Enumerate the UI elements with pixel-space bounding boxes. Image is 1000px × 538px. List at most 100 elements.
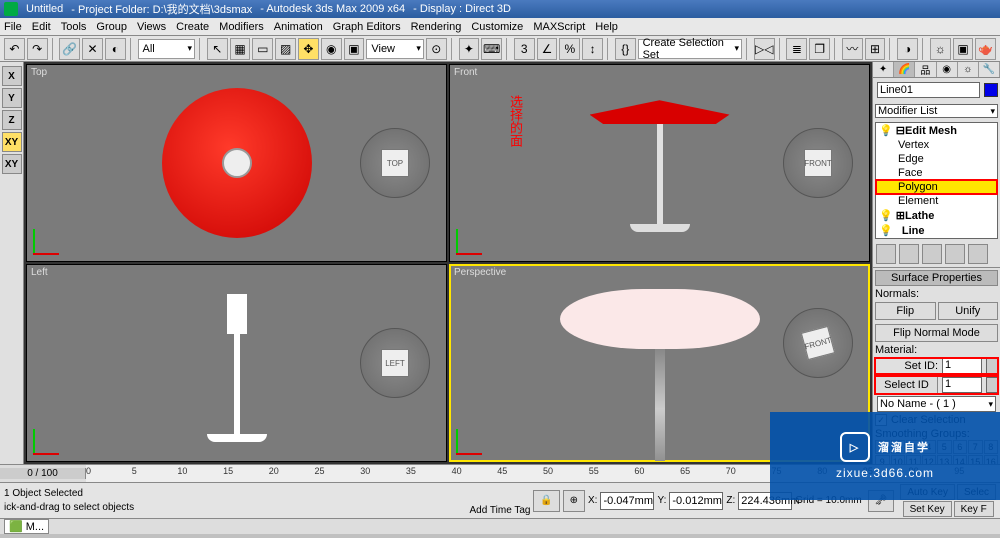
viewcube-top[interactable]: TOP — [360, 128, 430, 198]
angle-snap-button[interactable]: ∠ — [537, 38, 558, 60]
window-crossing-button[interactable]: ▨ — [275, 38, 296, 60]
menu-create[interactable]: Create — [176, 21, 209, 33]
menu-file[interactable]: File — [4, 21, 22, 33]
menu-views[interactable]: Views — [137, 21, 166, 33]
select-button[interactable]: ↖ — [207, 38, 228, 60]
make-unique-button[interactable] — [922, 244, 942, 264]
menu-group[interactable]: Group — [96, 21, 127, 33]
menu-customize[interactable]: Customize — [471, 21, 523, 33]
taskbar-app[interactable]: 🟩 M... — [4, 519, 49, 534]
menu-grapheditors[interactable]: Graph Editors — [333, 21, 401, 33]
flip-button[interactable]: Flip — [875, 302, 936, 320]
y-input[interactable]: -0.012mm — [669, 492, 723, 510]
stack-editmesh[interactable]: 💡 ⊟ Edit Mesh — [876, 123, 997, 138]
show-result-button[interactable] — [899, 244, 919, 264]
viewport-front[interactable]: Front 选择的面 FRONT — [449, 64, 870, 262]
axis-xy2-button[interactable]: XY — [2, 154, 22, 174]
render-button[interactable]: 🫖 — [975, 38, 996, 60]
setkey-button[interactable]: Set Key — [903, 501, 952, 517]
select-manipulate-button[interactable]: ✦ — [459, 38, 480, 60]
keyfilters-button[interactable]: Key F — [954, 501, 994, 517]
select-scale-button[interactable]: ▣ — [344, 38, 365, 60]
axis-x-button[interactable]: X — [2, 66, 22, 86]
pin-stack-button[interactable] — [876, 244, 896, 264]
layers-button[interactable]: ❐ — [809, 38, 830, 60]
snap-button[interactable]: 3 — [514, 38, 535, 60]
curve-editor-button[interactable]: 〰 — [842, 38, 863, 60]
viewcube-left[interactable]: LEFT — [360, 328, 430, 398]
render-frame-button[interactable]: ▣ — [953, 38, 974, 60]
utilities-tab[interactable]: 🔧 — [979, 62, 1000, 77]
hierarchy-tab[interactable]: 品 — [915, 62, 936, 77]
create-tab[interactable]: ✦ — [873, 62, 894, 77]
modifier-list-dropdown[interactable]: Modifier List — [875, 104, 998, 118]
percent-snap-button[interactable]: % — [559, 38, 580, 60]
set-id-input[interactable]: 1 — [942, 358, 982, 374]
lamp-left-geometry — [207, 294, 267, 442]
set-id-spinner[interactable] — [986, 358, 998, 374]
menu-animation[interactable]: Animation — [274, 21, 323, 33]
absolute-transform-button[interactable]: ⊕ — [563, 490, 585, 512]
bind-button[interactable]: ◐ — [105, 38, 126, 60]
add-time-tag[interactable]: Add Time Tag — [470, 505, 531, 516]
spinner-snap-button[interactable]: ↕ — [582, 38, 603, 60]
x-input[interactable]: -0.047mm — [600, 492, 654, 510]
select-rect-button[interactable]: ▭ — [252, 38, 273, 60]
link-button[interactable]: 🔗 — [59, 38, 80, 60]
surface-props-rollout[interactable]: Surface Properties — [875, 270, 998, 286]
selection-filter-dropdown[interactable]: All — [138, 39, 196, 59]
viewcube-persp[interactable]: FRONT — [783, 308, 853, 378]
modify-tab[interactable]: 🌈 — [894, 62, 915, 77]
named-selset-dropdown[interactable]: Create Selection Set — [638, 39, 742, 59]
object-color-swatch[interactable] — [984, 83, 998, 97]
menu-maxscript[interactable]: MAXScript — [533, 21, 585, 33]
stack-lathe[interactable]: 💡 ⊞ Lathe — [876, 208, 997, 223]
named-selset-button[interactable]: {} — [615, 38, 636, 60]
flip-normal-mode-button[interactable]: Flip Normal Mode — [875, 324, 998, 342]
stack-line[interactable]: 💡 Line — [876, 223, 997, 238]
stack-vertex[interactable]: Vertex — [876, 138, 997, 152]
display-tab[interactable]: ☼ — [958, 62, 979, 77]
viewcube-front[interactable]: FRONT — [783, 128, 853, 198]
axis-xy-button[interactable]: XY — [2, 132, 22, 152]
remove-modifier-button[interactable] — [945, 244, 965, 264]
stack-polygon[interactable]: Polygon — [876, 180, 997, 194]
material-editor-button[interactable]: ◑ — [897, 38, 918, 60]
select-id-input[interactable]: 1 — [942, 377, 982, 393]
select-rotate-button[interactable]: ◉ — [321, 38, 342, 60]
select-id-spinner[interactable] — [986, 377, 998, 393]
configure-sets-button[interactable] — [968, 244, 988, 264]
schematic-view-button[interactable]: ⊞ — [865, 38, 886, 60]
undo-button[interactable]: ↶ — [4, 38, 25, 60]
align-button[interactable]: ≣ — [786, 38, 807, 60]
menu-rendering[interactable]: Rendering — [411, 21, 462, 33]
motion-tab[interactable]: ◉ — [937, 62, 958, 77]
axis-z-button[interactable]: Z — [2, 110, 22, 130]
viewport-top[interactable]: Top TOP — [26, 64, 447, 262]
mirror-button[interactable]: ▷◁ — [754, 38, 775, 60]
select-name-button[interactable]: ▦ — [230, 38, 251, 60]
timeline-head[interactable]: 0 / 100 — [0, 468, 86, 479]
render-setup-button[interactable]: ☼ — [930, 38, 951, 60]
menu-tools[interactable]: Tools — [61, 21, 87, 33]
select-move-button[interactable]: ✥ — [298, 38, 319, 60]
unify-button[interactable]: Unify — [938, 302, 999, 320]
unlink-button[interactable]: ✕ — [82, 38, 103, 60]
modifier-stack[interactable]: 💡 ⊟ Edit Mesh Vertex Edge Face Polygon E… — [875, 122, 998, 239]
pivot-button[interactable]: ⊙ — [426, 38, 447, 60]
menu-edit[interactable]: Edit — [32, 21, 51, 33]
axis-y-button[interactable]: Y — [2, 88, 22, 108]
refcoord-dropdown[interactable]: View — [366, 39, 424, 59]
select-id-button[interactable]: Select ID — [875, 376, 938, 394]
redo-button[interactable]: ↷ — [27, 38, 48, 60]
stack-element[interactable]: Element — [876, 194, 997, 208]
material-name-dropdown[interactable]: No Name - ( 1 ) — [877, 396, 996, 412]
stack-edge[interactable]: Edge — [876, 152, 997, 166]
object-name-input[interactable]: Line01 — [877, 82, 980, 98]
stack-face[interactable]: Face — [876, 166, 997, 180]
keyboard-shortcut-button[interactable]: ⌨ — [481, 38, 502, 60]
menu-modifiers[interactable]: Modifiers — [219, 21, 264, 33]
lock-selection-button[interactable]: 🔒 — [533, 490, 559, 512]
viewport-left[interactable]: Left LEFT — [26, 264, 447, 462]
menu-help[interactable]: Help — [595, 21, 618, 33]
